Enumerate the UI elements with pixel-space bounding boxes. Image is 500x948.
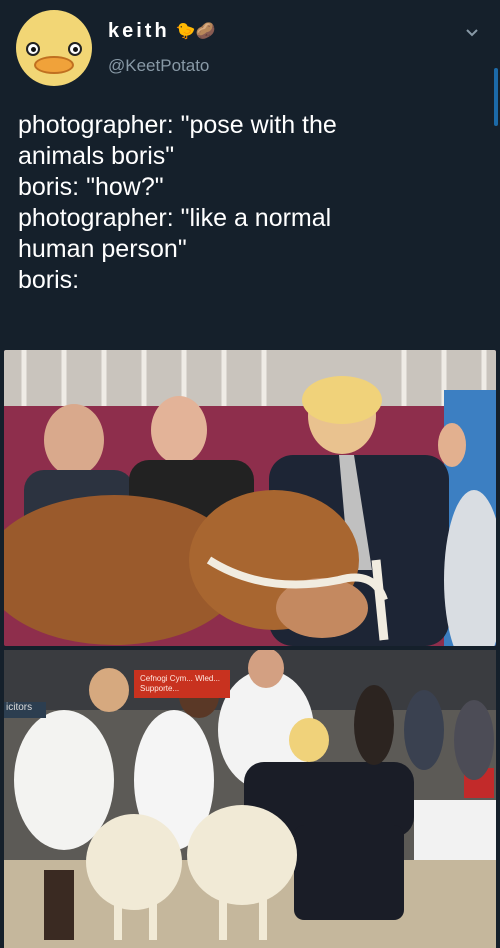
duck-beak xyxy=(34,56,74,74)
tweet-header: keith 🐤🥔 @KeetPotato xyxy=(0,0,500,126)
event-banner: Cefnogi Cym... Wled... Supporte... xyxy=(134,670,230,698)
chevron-down-icon[interactable] xyxy=(466,26,478,38)
cow-photo-illustration xyxy=(4,350,496,646)
display-name[interactable]: keith xyxy=(108,20,170,43)
sheep-photo-illustration xyxy=(4,650,496,948)
tweet-text: photographer: "pose with the animals bor… xyxy=(18,110,488,296)
avatar[interactable] xyxy=(16,10,92,86)
tweet-line: photographer: "like a normal xyxy=(18,204,332,232)
user-handle[interactable]: @KeetPotato xyxy=(108,56,209,76)
event-sign: icitors xyxy=(4,702,46,718)
tweet-line: photographer: "pose with the xyxy=(18,111,337,139)
tweet-line: boris: xyxy=(18,266,80,294)
tweet-line: boris: "how?" xyxy=(18,173,164,201)
tweet-photo-sheep[interactable]: Cefnogi Cym... Wled... Supporte... icito… xyxy=(4,650,496,948)
duck-eye-left xyxy=(26,42,40,56)
name-row: keith 🐤🥔 xyxy=(108,20,216,43)
tweet-photo-cow[interactable] xyxy=(4,350,496,646)
scroll-indicator[interactable] xyxy=(494,68,498,126)
name-emojis: 🐤🥔 xyxy=(175,22,216,40)
tweet-line: animals boris" xyxy=(18,142,175,170)
tweet-line: human person" xyxy=(18,235,187,263)
duck-eye-right xyxy=(68,42,82,56)
